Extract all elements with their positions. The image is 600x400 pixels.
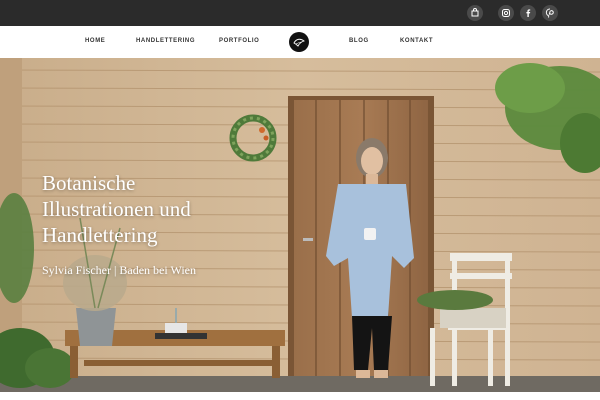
hero-title: Botanische Illustrationen und Handletter… <box>42 170 191 248</box>
round-logo-icon[interactable] <box>289 32 309 52</box>
pinterest-icon[interactable] <box>542 5 558 21</box>
hero-title-line: Handlettering <box>42 223 158 247</box>
shopping-bag-icon[interactable] <box>467 5 483 21</box>
hero-image: Botanische Illustrationen und Handletter… <box>0 58 600 392</box>
nav-kontakt[interactable]: KONTAKT <box>400 38 433 44</box>
instagram-icon[interactable] <box>498 5 514 21</box>
nav-home[interactable]: HOME <box>85 38 105 44</box>
hero-title-line: Illustrationen und <box>42 197 191 221</box>
hero-title-line: Botanische <box>42 171 136 195</box>
top-bar <box>0 0 600 26</box>
nav-portfolio[interactable]: PORTFOLIO <box>219 38 259 44</box>
facebook-icon[interactable] <box>520 5 536 21</box>
hero-subtitle: Sylvia Fischer | Baden bei Wien <box>42 263 197 277</box>
nav-handlettering[interactable]: HANDLETTERING <box>136 38 195 44</box>
nav-blog[interactable]: BLOG <box>349 38 369 44</box>
page-bottom-edge <box>0 392 600 400</box>
